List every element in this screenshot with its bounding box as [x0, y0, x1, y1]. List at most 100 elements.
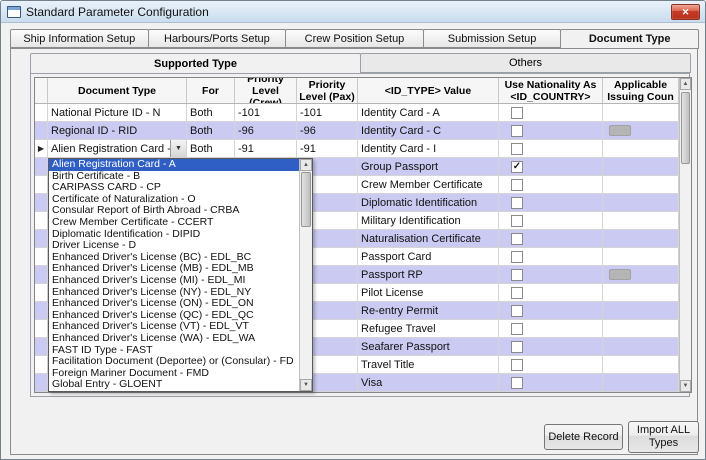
cell-applicable-issuing-country[interactable] — [603, 266, 679, 284]
close-button[interactable]: ✕ — [671, 4, 700, 20]
cell-applicable-issuing-country[interactable] — [603, 158, 679, 176]
cell-use-nationality[interactable] — [499, 284, 603, 302]
use-nationality-checkbox[interactable] — [511, 323, 523, 335]
dropdown-item[interactable]: Enhanced Driver's License (VT) - EDL_VT — [49, 321, 299, 333]
dropdown-item[interactable]: Enhanced Driver's License (QC) - EDL_QC — [49, 310, 299, 322]
use-nationality-checkbox[interactable] — [511, 161, 523, 173]
dropdown-item[interactable]: Crew Member Certificate - CCERT — [49, 217, 299, 229]
dropdown-item[interactable]: Consular Report of Birth Abroad - CRBA — [49, 205, 299, 217]
cell-use-nationality[interactable] — [499, 176, 603, 194]
cell-id-type-value[interactable]: Passport RP — [358, 266, 499, 284]
row-selector-cell[interactable] — [35, 266, 48, 284]
combo-dropdown-button[interactable] — [170, 140, 186, 157]
subtab-others[interactable]: Others — [360, 53, 691, 73]
use-nationality-checkbox[interactable] — [511, 125, 523, 137]
cell-id-type-value[interactable]: Passport Card — [358, 248, 499, 266]
row-selector-cell[interactable] — [35, 248, 48, 266]
cell-priority-pax[interactable]: -96 — [297, 122, 358, 140]
use-nationality-checkbox[interactable] — [511, 305, 523, 317]
row-selector-cell[interactable] — [35, 194, 48, 212]
cell-use-nationality[interactable] — [499, 194, 603, 212]
use-nationality-checkbox[interactable] — [511, 179, 523, 191]
row-selector-cell[interactable] — [35, 302, 48, 320]
cell-use-nationality[interactable] — [499, 302, 603, 320]
cell-document-type[interactable]: National Picture ID - N — [48, 104, 187, 122]
cell-applicable-issuing-country[interactable] — [603, 104, 679, 122]
cell-id-type-value[interactable]: Pilot License — [358, 284, 499, 302]
use-nationality-checkbox[interactable] — [511, 341, 523, 353]
cell-applicable-issuing-country[interactable] — [603, 176, 679, 194]
table-row[interactable]: Regional ID - RID Both -96 -96 Identity … — [35, 122, 679, 140]
cell-applicable-issuing-country[interactable] — [603, 374, 679, 392]
row-selector-cell[interactable] — [35, 104, 48, 122]
dropdown-scrollbar-thumb[interactable] — [301, 172, 311, 227]
cell-use-nationality[interactable] — [499, 158, 603, 176]
use-nationality-checkbox[interactable] — [511, 107, 523, 119]
cell-id-type-value[interactable]: Re-entry Permit — [358, 302, 499, 320]
use-nationality-checkbox[interactable] — [511, 197, 523, 209]
cell-priority-crew[interactable]: -101 — [235, 104, 297, 122]
scrollbar-thumb[interactable] — [681, 92, 690, 164]
cell-use-nationality[interactable] — [499, 266, 603, 284]
cell-id-type-value[interactable]: Identity Card - I — [358, 140, 499, 158]
cell-use-nationality[interactable] — [499, 140, 603, 158]
cell-applicable-issuing-country[interactable] — [603, 230, 679, 248]
dropdown-item[interactable]: Driver License - D — [49, 240, 299, 252]
use-nationality-checkbox[interactable] — [511, 359, 523, 371]
use-nationality-checkbox[interactable] — [511, 251, 523, 263]
cell-id-type-value[interactable]: Refugee Travel — [358, 320, 499, 338]
cell-applicable-issuing-country[interactable] — [603, 140, 679, 158]
cell-use-nationality[interactable] — [499, 230, 603, 248]
tab-submission-setup[interactable]: Submission Setup — [423, 29, 562, 48]
dropdown-item[interactable]: Enhanced Driver's License (ON) - EDL_ON — [49, 298, 299, 310]
use-nationality-checkbox[interactable] — [511, 269, 523, 281]
cell-applicable-issuing-country[interactable] — [603, 338, 679, 356]
table-row[interactable]: Alien Registration Card - A Both -91 -91… — [35, 140, 679, 158]
cell-use-nationality[interactable] — [499, 338, 603, 356]
use-nationality-checkbox[interactable] — [511, 233, 523, 245]
cell-use-nationality[interactable] — [499, 104, 603, 122]
dropdown-item[interactable]: Certificate of Naturalization - O — [49, 194, 299, 206]
row-selector-cell[interactable] — [35, 356, 48, 374]
cell-id-type-value[interactable]: Crew Member Certificate — [358, 176, 499, 194]
cell-priority-crew[interactable]: -91 — [235, 140, 297, 158]
dropdown-item[interactable]: Enhanced Driver's License (WA) - EDL_WA — [49, 333, 299, 345]
dropdown-scroll-up-button[interactable]: ▲ — [300, 159, 312, 171]
row-selector-cell[interactable] — [35, 176, 48, 194]
row-selector-cell[interactable] — [35, 212, 48, 230]
dropdown-scroll-down-button[interactable]: ▼ — [300, 379, 312, 391]
cell-id-type-value[interactable]: Visa — [358, 374, 499, 392]
cell-for[interactable]: Both — [187, 122, 235, 140]
use-nationality-checkbox[interactable] — [511, 287, 523, 299]
cell-use-nationality[interactable] — [499, 122, 603, 140]
dropdown-item[interactable]: FAST ID Type - FAST — [49, 345, 299, 357]
use-nationality-checkbox[interactable] — [511, 215, 523, 227]
scroll-down-button[interactable]: ▼ — [680, 380, 691, 392]
cell-use-nationality[interactable] — [499, 248, 603, 266]
dropdown-item[interactable]: Global Entry - GLOENT — [49, 379, 299, 391]
cell-use-nationality[interactable] — [499, 212, 603, 230]
dropdown-item[interactable]: Foreign Mariner Document - FMD — [49, 368, 299, 380]
subtab-supported-type[interactable]: Supported Type — [30, 53, 361, 74]
import-all-types-button[interactable]: Import ALL Types — [628, 421, 699, 453]
use-nationality-checkbox[interactable] — [511, 143, 523, 155]
row-selector-cell[interactable] — [35, 158, 48, 176]
scroll-up-button[interactable]: ▲ — [680, 78, 691, 90]
cell-id-type-value[interactable]: Military Identification — [358, 212, 499, 230]
cell-priority-pax[interactable]: -91 — [297, 140, 358, 158]
cell-applicable-issuing-country[interactable] — [603, 356, 679, 374]
cell-id-type-value[interactable]: Identity Card - C — [358, 122, 499, 140]
dropdown-item[interactable]: Alien Registration Card - A — [49, 159, 299, 171]
tab-ship-information-setup[interactable]: Ship Information Setup — [10, 29, 149, 48]
cell-id-type-value[interactable]: Identity Card - A — [358, 104, 499, 122]
cell-id-type-value[interactable]: Group Passport — [358, 158, 499, 176]
tab-harbours-ports-setup[interactable]: Harbours/Ports Setup — [148, 29, 287, 48]
cell-id-type-value[interactable]: Naturalisation Certificate — [358, 230, 499, 248]
row-selector-cell[interactable] — [35, 284, 48, 302]
cell-document-type[interactable]: Alien Registration Card - A — [48, 140, 187, 158]
row-selector-cell[interactable] — [35, 122, 48, 140]
row-selector-cell[interactable] — [35, 230, 48, 248]
cell-applicable-issuing-country[interactable] — [603, 248, 679, 266]
dropdown-item[interactable]: Enhanced Driver's License (MB) - EDL_MB — [49, 263, 299, 275]
tab-crew-position-setup[interactable]: Crew Position Setup — [285, 29, 424, 48]
